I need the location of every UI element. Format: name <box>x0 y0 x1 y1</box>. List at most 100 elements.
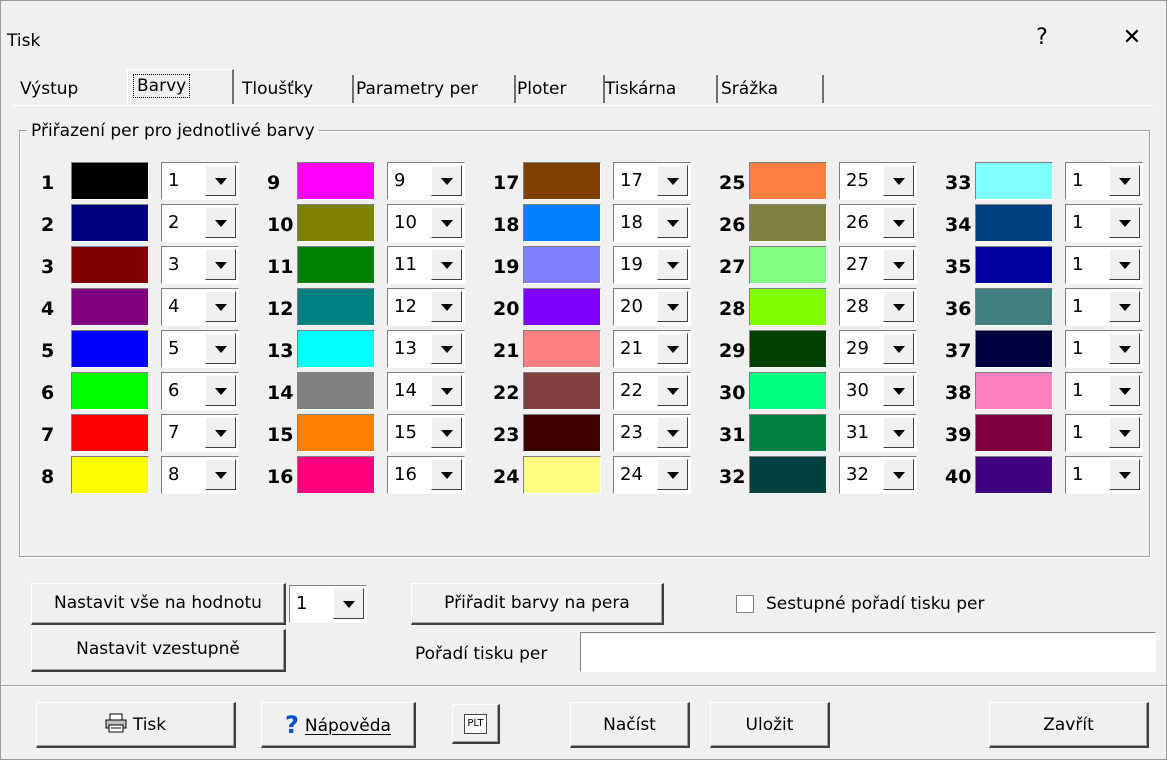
tab-tloustky[interactable]: Tloušťky <box>235 75 354 103</box>
chevron-down-icon[interactable] <box>1109 207 1140 238</box>
chevron-down-icon[interactable] <box>431 375 462 406</box>
chevron-down-icon[interactable] <box>205 375 236 406</box>
pen-select[interactable]: 21 <box>613 330 691 368</box>
assign-colors-button[interactable]: Přiřadit barvy na pera <box>411 583 664 625</box>
chevron-down-icon[interactable] <box>205 333 236 364</box>
chevron-down-icon[interactable] <box>883 249 914 280</box>
pen-select[interactable]: 23 <box>613 414 691 452</box>
chevron-down-icon[interactable] <box>431 459 462 490</box>
pen-select[interactable]: 2 <box>161 204 239 242</box>
chevron-down-icon[interactable] <box>1109 291 1140 322</box>
pen-select[interactable]: 20 <box>613 288 691 326</box>
pen-select[interactable]: 17 <box>613 162 691 200</box>
help-button[interactable]: ? Nápověda <box>261 702 416 748</box>
pen-select[interactable]: 16 <box>387 456 465 494</box>
set-ascending-button[interactable]: Nastavit vzestupně <box>31 629 286 672</box>
chevron-down-icon[interactable] <box>657 459 688 490</box>
set-all-combo[interactable]: 1 <box>289 585 367 623</box>
pen-select[interactable]: 5 <box>161 330 239 368</box>
chevron-down-icon[interactable] <box>1109 165 1140 196</box>
chevron-down-icon[interactable] <box>657 249 688 280</box>
pen-select[interactable]: 15 <box>387 414 465 452</box>
chevron-down-icon[interactable] <box>1109 375 1140 406</box>
pen-select[interactable]: 24 <box>613 456 691 494</box>
pen-select[interactable]: 11 <box>387 246 465 284</box>
chevron-down-icon[interactable] <box>883 459 914 490</box>
chevron-down-icon[interactable] <box>883 417 914 448</box>
pen-select[interactable]: 8 <box>161 456 239 494</box>
pen-select[interactable]: 1 <box>1065 372 1143 410</box>
pen-select[interactable]: 28 <box>839 288 917 326</box>
chevron-down-icon[interactable] <box>431 249 462 280</box>
chevron-down-icon[interactable] <box>1109 459 1140 490</box>
pen-select[interactable]: 10 <box>387 204 465 242</box>
close-button[interactable]: Zavřít <box>989 702 1149 748</box>
pen-select[interactable]: 1 <box>161 162 239 200</box>
chevron-down-icon[interactable] <box>205 207 236 238</box>
plt-button[interactable]: PLT <box>452 704 500 744</box>
tab-barvy[interactable]: Barvy <box>127 69 234 104</box>
chevron-down-icon[interactable] <box>431 207 462 238</box>
pen-select[interactable]: 25 <box>839 162 917 200</box>
chevron-down-icon[interactable] <box>205 417 236 448</box>
tab-tiskarna[interactable]: Tiskárna <box>598 75 718 103</box>
pen-select[interactable]: 7 <box>161 414 239 452</box>
pen-select[interactable]: 3 <box>161 246 239 284</box>
pen-select[interactable]: 1 <box>1065 414 1143 452</box>
pen-select[interactable]: 26 <box>839 204 917 242</box>
pen-select[interactable]: 1 <box>1065 204 1143 242</box>
pen-select[interactable]: 32 <box>839 456 917 494</box>
tab-ploter[interactable]: Ploter <box>510 75 605 103</box>
pen-select[interactable]: 1 <box>1065 330 1143 368</box>
chevron-down-icon[interactable] <box>883 333 914 364</box>
chevron-down-icon[interactable] <box>657 417 688 448</box>
pen-select[interactable]: 9 <box>387 162 465 200</box>
pen-select[interactable]: 1 <box>1065 456 1143 494</box>
chevron-down-icon[interactable] <box>431 291 462 322</box>
pen-select[interactable]: 19 <box>613 246 691 284</box>
tab-parametry-per[interactable]: Parametry per <box>349 75 516 103</box>
chevron-down-icon[interactable] <box>657 291 688 322</box>
help-icon[interactable]: ? <box>1022 23 1062 53</box>
pen-select[interactable]: 1 <box>1065 162 1143 200</box>
save-button[interactable]: Uložit <box>710 702 830 748</box>
pen-select[interactable]: 29 <box>839 330 917 368</box>
close-icon[interactable]: ✕ <box>1112 23 1152 53</box>
pen-select[interactable]: 1 <box>1065 246 1143 284</box>
descending-checkbox[interactable] <box>736 595 754 613</box>
chevron-down-icon[interactable] <box>205 291 236 322</box>
chevron-down-icon[interactable] <box>431 417 462 448</box>
tab-vystup[interactable]: Výstup <box>13 75 132 103</box>
chevron-down-icon[interactable] <box>657 375 688 406</box>
chevron-down-icon[interactable] <box>205 459 236 490</box>
load-button[interactable]: Načíst <box>570 702 690 748</box>
chevron-down-icon[interactable] <box>883 291 914 322</box>
chevron-down-icon[interactable] <box>205 165 236 196</box>
pen-select[interactable]: 31 <box>839 414 917 452</box>
chevron-down-icon[interactable] <box>1109 249 1140 280</box>
tab-srazka[interactable]: Srážka <box>714 75 824 103</box>
chevron-down-icon[interactable] <box>1109 417 1140 448</box>
pen-select[interactable]: 13 <box>387 330 465 368</box>
chevron-down-icon[interactable] <box>657 207 688 238</box>
pen-select[interactable]: 30 <box>839 372 917 410</box>
pen-select[interactable]: 4 <box>161 288 239 326</box>
pen-select[interactable]: 6 <box>161 372 239 410</box>
print-order-input[interactable] <box>580 632 1156 672</box>
set-all-button[interactable]: Nastavit vše na hodnotu <box>31 583 286 625</box>
pen-select[interactable]: 18 <box>613 204 691 242</box>
chevron-down-icon[interactable] <box>883 165 914 196</box>
pen-select[interactable]: 22 <box>613 372 691 410</box>
print-button[interactable]: Tisk <box>36 702 236 748</box>
pen-select[interactable]: 12 <box>387 288 465 326</box>
chevron-down-icon[interactable] <box>431 333 462 364</box>
chevron-down-icon[interactable] <box>657 333 688 364</box>
chevron-down-icon[interactable] <box>1109 333 1140 364</box>
pen-select[interactable]: 1 <box>1065 288 1143 326</box>
chevron-down-icon[interactable] <box>205 249 236 280</box>
chevron-down-icon[interactable] <box>883 207 914 238</box>
chevron-down-icon[interactable] <box>333 588 364 619</box>
pen-select[interactable]: 27 <box>839 246 917 284</box>
chevron-down-icon[interactable] <box>657 165 688 196</box>
pen-select[interactable]: 14 <box>387 372 465 410</box>
